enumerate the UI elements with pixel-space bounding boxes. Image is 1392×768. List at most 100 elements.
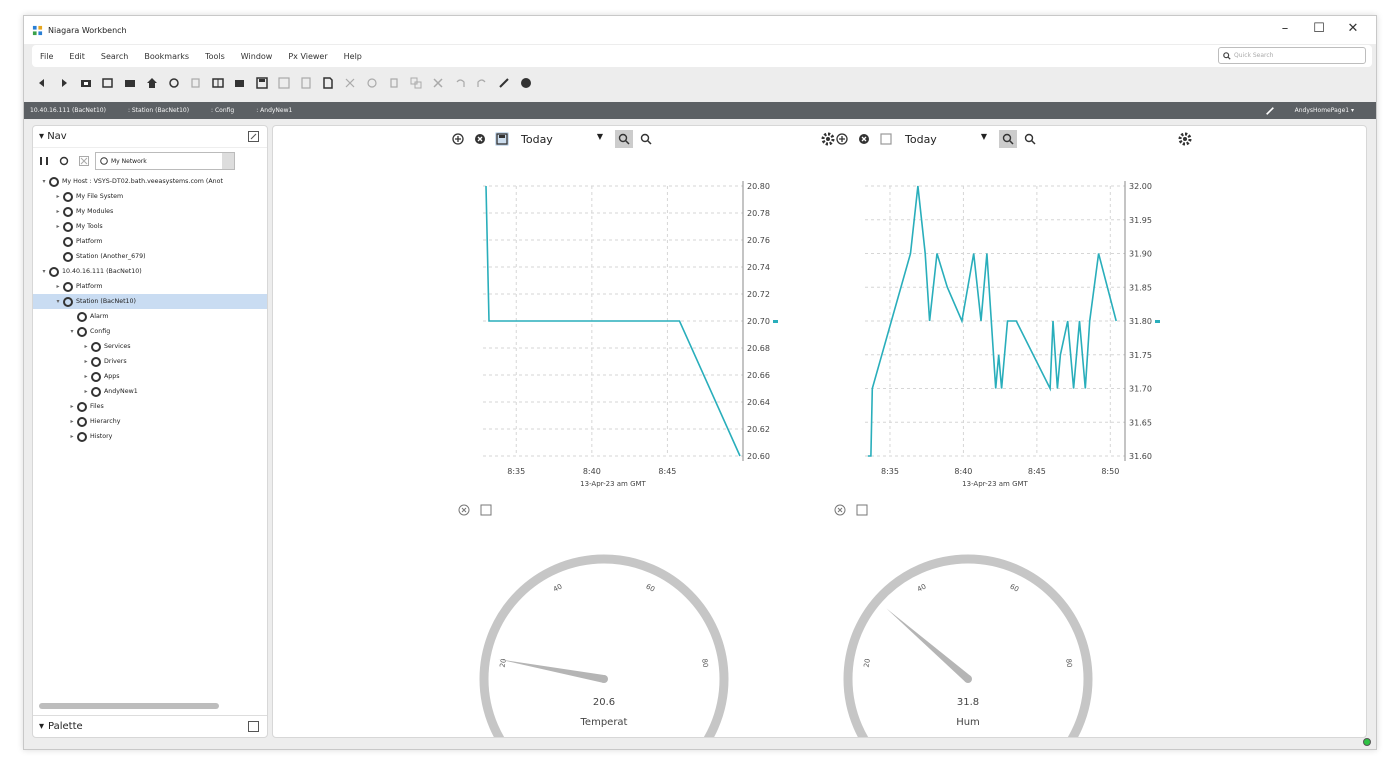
home-station-button[interactable] [76,73,96,93]
delete-button[interactable] [428,73,448,93]
expand-toggle-icon[interactable]: ▸ [53,283,63,290]
zoom-reset-button[interactable] [615,130,633,148]
maximize-button[interactable]: ☐ [1302,18,1336,40]
palette-panel[interactable]: ▾ Palette [33,715,267,737]
back-button[interactable] [32,73,52,93]
split-button[interactable] [208,73,228,93]
save-icon[interactable] [855,503,869,517]
right-chart-settings-icon[interactable] [1178,132,1192,146]
copy-button[interactable] [186,73,206,93]
minimize-button[interactable]: – [1268,18,1302,40]
tree-node[interactable]: ▾ My Host : VSYS-DT02.bath.veeasystems.co… [33,174,267,189]
time-range-select[interactable]: Today ▼ [517,130,607,148]
sync-icon[interactable] [39,156,49,166]
tree-node[interactable]: ▸ Hierarchy [33,414,267,429]
tree-node[interactable]: ▸ Services [33,339,267,354]
menu-tools[interactable]: Tools [197,52,233,61]
remove-gauge-icon[interactable] [833,503,847,517]
expand-toggle-icon[interactable]: ▸ [53,193,63,200]
save-icon[interactable] [879,132,893,146]
tree-node[interactable]: ▾ Station (BacNet10) [33,294,267,309]
tree-node[interactable]: ▸ Files [33,399,267,414]
tree-node[interactable]: Platform [33,234,267,249]
save-button[interactable] [252,73,272,93]
crumb-config[interactable]: : Config [211,107,234,114]
duplicate-button[interactable] [406,73,426,93]
close-icon[interactable] [79,156,89,166]
horizontal-scrollbar[interactable] [39,703,219,709]
refresh-icon[interactable] [59,156,69,166]
maximize-panel-icon[interactable] [248,721,259,732]
expand-toggle-icon[interactable]: ▸ [53,223,63,230]
left-chart[interactable]: 20.80 20.78 20.76 20.74 20.72 20.70 20.68 20.66… [453,166,813,496]
menu-px-viewer[interactable]: Px Viewer [280,52,335,61]
zoom-in-button[interactable] [1023,132,1037,146]
pen-button[interactable] [494,73,514,93]
cut-button[interactable] [340,73,360,93]
forward-button[interactable] [54,73,74,93]
expand-toggle-icon[interactable]: ▾ [67,328,77,335]
maximize-panel-icon[interactable] [248,131,259,142]
tree-node[interactable]: Station (Another_679) [33,249,267,264]
settings-button[interactable] [516,73,536,93]
crumb-station[interactable]: : Station (BacNet10) [128,107,189,114]
close-button[interactable]: ✕ [1336,18,1370,40]
time-range-select[interactable]: Today ▼ [901,130,991,148]
redo-button[interactable] [472,73,492,93]
zoom-reset-button[interactable] [999,130,1017,148]
remove-series-icon[interactable] [473,132,487,146]
menu-search[interactable]: Search [93,52,136,61]
undo-button[interactable] [450,73,470,93]
crumb-andynew1[interactable]: : AndyNew1 [256,107,292,114]
menu-edit[interactable]: Edit [61,52,93,61]
save-icon[interactable] [495,132,509,146]
print-button[interactable] [296,73,316,93]
window-button[interactable] [98,73,118,93]
tree-node[interactable]: ▸ My Modules [33,204,267,219]
tree-node[interactable]: ▸ AndyNew1 [33,384,267,399]
folder-open-button[interactable] [230,73,250,93]
view-selector[interactable]: AndysHomePage1 ▾ [1265,102,1370,119]
folder-button[interactable] [120,73,140,93]
expand-toggle-icon[interactable]: ▸ [67,403,77,410]
crumb-host[interactable]: 10.40.16.111 (BacNet10) [30,107,106,114]
save-icon[interactable] [479,503,493,517]
export-button[interactable] [318,73,338,93]
link-button[interactable] [362,73,382,93]
tree-node[interactable]: ▾ 10.40.16.111 (BacNet10) [33,264,267,279]
refresh-button[interactable] [164,73,184,93]
menu-bookmarks[interactable]: Bookmarks [136,52,197,61]
expand-toggle-icon[interactable]: ▸ [81,358,91,365]
expand-toggle-icon[interactable]: ▾ [53,298,63,305]
tree-node[interactable]: ▸ History [33,429,267,444]
expand-toggle-icon[interactable]: ▸ [67,433,77,440]
expand-toggle-icon[interactable]: ▾ [39,268,49,275]
add-series-icon[interactable] [835,132,849,146]
expand-toggle-icon[interactable]: ▸ [81,373,91,380]
expand-toggle-icon[interactable]: ▸ [67,418,77,425]
expand-toggle-icon[interactable]: ▸ [53,208,63,215]
menu-file[interactable]: File [32,52,61,61]
add-series-icon[interactable] [451,132,465,146]
tree-node[interactable]: ▸ My Tools [33,219,267,234]
tree-node[interactable]: Alarm [33,309,267,324]
nav-tab[interactable]: ▾ Nav [33,131,67,142]
paste-button[interactable] [384,73,404,93]
home-button[interactable] [142,73,162,93]
left-chart-settings-icon[interactable] [821,132,835,146]
remove-gauge-icon[interactable] [457,503,471,517]
menu-window[interactable]: Window [233,52,281,61]
quick-search-input[interactable]: Quick Search [1218,47,1366,64]
expand-toggle-icon[interactable]: ▸ [81,388,91,395]
right-chart[interactable]: 32.00 31.95 31.90 31.85 31.80 31.75 31.70 31.65… [835,166,1195,496]
menu-help[interactable]: Help [336,52,370,61]
network-select[interactable]: My Network [95,152,235,170]
tree-node[interactable]: ▸ Drivers [33,354,267,369]
save-all-button[interactable] [274,73,294,93]
tree-node[interactable]: ▾ Config [33,324,267,339]
tree-node[interactable]: ▸ My File System [33,189,267,204]
zoom-in-button[interactable] [639,132,653,146]
expand-toggle-icon[interactable]: ▸ [81,343,91,350]
expand-toggle-icon[interactable]: ▾ [39,178,49,185]
remove-series-icon[interactable] [857,132,871,146]
